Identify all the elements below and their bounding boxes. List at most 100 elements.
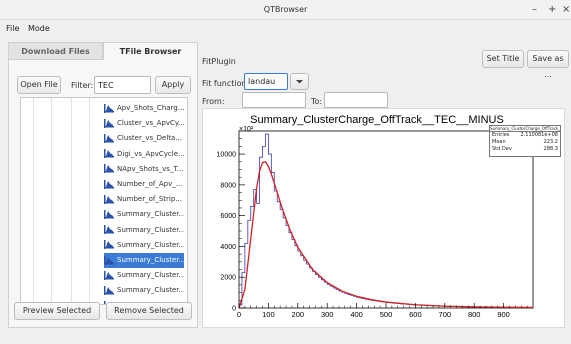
left-panel: Download Files TFile Browser Open File F…: [8, 42, 198, 328]
histogram-icon: [104, 240, 114, 250]
stats-value: 223.2: [543, 139, 558, 145]
stats-row: Std Dev 288.3: [490, 146, 560, 153]
y-axis-exponent: ×10²: [239, 126, 254, 133]
tree-item-label: Number_of_Strip...: [117, 195, 182, 204]
x-tick-label: 100: [262, 310, 275, 319]
tab-bar: Download Files TFile Browser: [8, 42, 198, 60]
tree-item[interactable]: Summary_Cluster...: [104, 207, 184, 222]
histogram-icon: [104, 225, 114, 235]
histogram-icon: [104, 164, 114, 174]
histogram-icon: [104, 118, 114, 128]
tree-item-label: Number_of_Apv_...: [117, 180, 183, 188]
tree-column-divider: [71, 98, 72, 304]
maximize-button[interactable]: +: [548, 4, 556, 16]
stats-rows: Entries 2.110081e+08 Mean 223.2 Std Dev 288.3: [490, 132, 560, 153]
tree-item[interactable]: Summary_Cluster...: [104, 268, 184, 283]
axes: [238, 130, 534, 309]
tree-item-label: NApv_Shots_vs_T...: [117, 164, 184, 173]
histogram-icon: [104, 194, 114, 204]
y-tick-label: 8000: [220, 182, 236, 189]
to-label: To:: [311, 97, 323, 106]
y-tick-label: 0: [232, 306, 236, 313]
tree-item[interactable]: Number_of_Strip...: [104, 192, 184, 207]
filter-label: Filter:: [71, 81, 94, 90]
save-as-button[interactable]: Save as ...: [527, 50, 569, 79]
remove-selected-button[interactable]: Remove Selected: [106, 302, 192, 320]
x-tick-label: 600: [409, 310, 422, 319]
stats-value: 288.3: [543, 146, 558, 152]
tree-item[interactable]: Summary_Cluster...: [104, 283, 184, 298]
tree-item[interactable]: NApv_Shots_vs_T...: [104, 162, 184, 177]
open-file-button[interactable]: Open File: [17, 76, 61, 94]
tree-item[interactable]: Summary_Cluster...: [104, 253, 184, 268]
y-tick-label: 10000: [217, 152, 237, 159]
stats-label: Std Dev: [492, 146, 512, 152]
x-tick-label: 0: [237, 310, 241, 319]
menu-file[interactable]: File: [6, 24, 19, 33]
y-tick-label: 4000: [220, 244, 236, 251]
from-input[interactable]: [242, 92, 306, 108]
histogram-icon: [104, 285, 114, 295]
stats-row: Entries 2.110081e+08: [490, 132, 560, 139]
window-title: QTBrowser: [263, 5, 308, 14]
fit-function-dropdown-button[interactable]: [290, 73, 309, 90]
fit-function-label: Fit function:: [202, 79, 250, 88]
histogram-icon: [104, 133, 114, 143]
stats-box: Summary_ClusterCharge_OffTrack__TEC__MIN…: [489, 125, 561, 157]
histogram-icon: [104, 179, 114, 189]
tree-column-divider: [33, 98, 34, 304]
tree-item[interactable]: Summary_Cluster...: [104, 223, 184, 238]
preview-selected-button[interactable]: Preview Selected: [14, 302, 100, 320]
tab-download-files[interactable]: Download Files: [8, 42, 103, 60]
stats-row: Mean 223.2: [490, 139, 560, 146]
y-tick-label: 2000: [220, 275, 236, 282]
tree-item[interactable]: Apv_Shots_Charg...: [104, 101, 184, 116]
x-axis-ticks: 0 100 200 300 400 500 600 700 800 900: [237, 303, 528, 319]
tree-item-label: Apv_Shots_Charg...: [117, 104, 184, 112]
x-tick-label: 900: [497, 310, 510, 319]
tree-item[interactable]: Cluster_vs_ApvCy...: [104, 116, 184, 131]
set-title-button[interactable]: Set Title: [482, 50, 524, 68]
from-label: From:: [202, 97, 225, 106]
tree-item[interactable]: Number_of_Apv_...: [104, 177, 184, 192]
histogram-icon: [104, 209, 114, 219]
tree-item-label: Summary_Cluster...: [117, 286, 184, 295]
fit-curve: [238, 161, 534, 309]
y-axis-ticks: 0 2000 4000 6000 8000 10000: [217, 130, 245, 313]
stats-value: 2.110081e+08: [520, 132, 559, 138]
tree-item[interactable]: Cluster_vs_Delta...: [104, 131, 184, 146]
tree-column-divider: [89, 98, 90, 304]
fit-series: [238, 161, 534, 309]
menu-mode[interactable]: Mode: [28, 24, 50, 33]
plugin-label: FitPlugin: [202, 57, 236, 66]
stats-label: Entries: [492, 132, 510, 138]
x-tick-label: 500: [380, 310, 393, 319]
title-bar: QTBrowser – + ×: [0, 0, 571, 20]
tree-item-label: Summary_Cluster...: [117, 210, 184, 219]
tree-item-label: Summary_Cluster...: [117, 240, 184, 249]
apply-button[interactable]: Apply: [155, 76, 191, 94]
plot-frame: [238, 130, 534, 309]
close-button[interactable]: ×: [562, 4, 570, 16]
histogram-series: [238, 133, 533, 308]
chart-title: Summary_ClusterCharge_OffTrack__TEC__MIN…: [250, 114, 504, 126]
tree-item-label: Summary_Cluster...: [117, 271, 184, 280]
menu-bar: File Mode: [0, 20, 571, 36]
file-tree[interactable]: Apv_Shots_Charg... Cluster_vs_ApvCy... Clu…: [20, 97, 188, 305]
to-input[interactable]: [324, 92, 388, 108]
histogram-icon: [104, 270, 114, 280]
histogram-icon: [104, 255, 114, 265]
tree-item-label: Cluster_vs_ApvCy...: [117, 119, 184, 128]
tree-item-label: Cluster_vs_Delta...: [117, 134, 182, 143]
filter-input[interactable]: [94, 76, 151, 94]
chevron-down-icon: [296, 80, 303, 84]
minimize-button[interactable]: –: [532, 4, 537, 16]
fit-function-select[interactable]: landau: [244, 73, 288, 90]
y-tick-label: 6000: [220, 213, 236, 220]
tree-item-label: Summary_Cluster...: [117, 225, 184, 234]
tree-item[interactable]: Digi_vs_ApvCycle...: [104, 147, 184, 162]
histogram-icon: [104, 149, 114, 159]
tree-item[interactable]: Summary_Cluster...: [104, 238, 184, 253]
tab-tfile-browser[interactable]: TFile Browser: [103, 42, 198, 60]
plot-canvas[interactable]: Summary_ClusterCharge_OffTrack__TEC__MIN…: [202, 108, 565, 328]
